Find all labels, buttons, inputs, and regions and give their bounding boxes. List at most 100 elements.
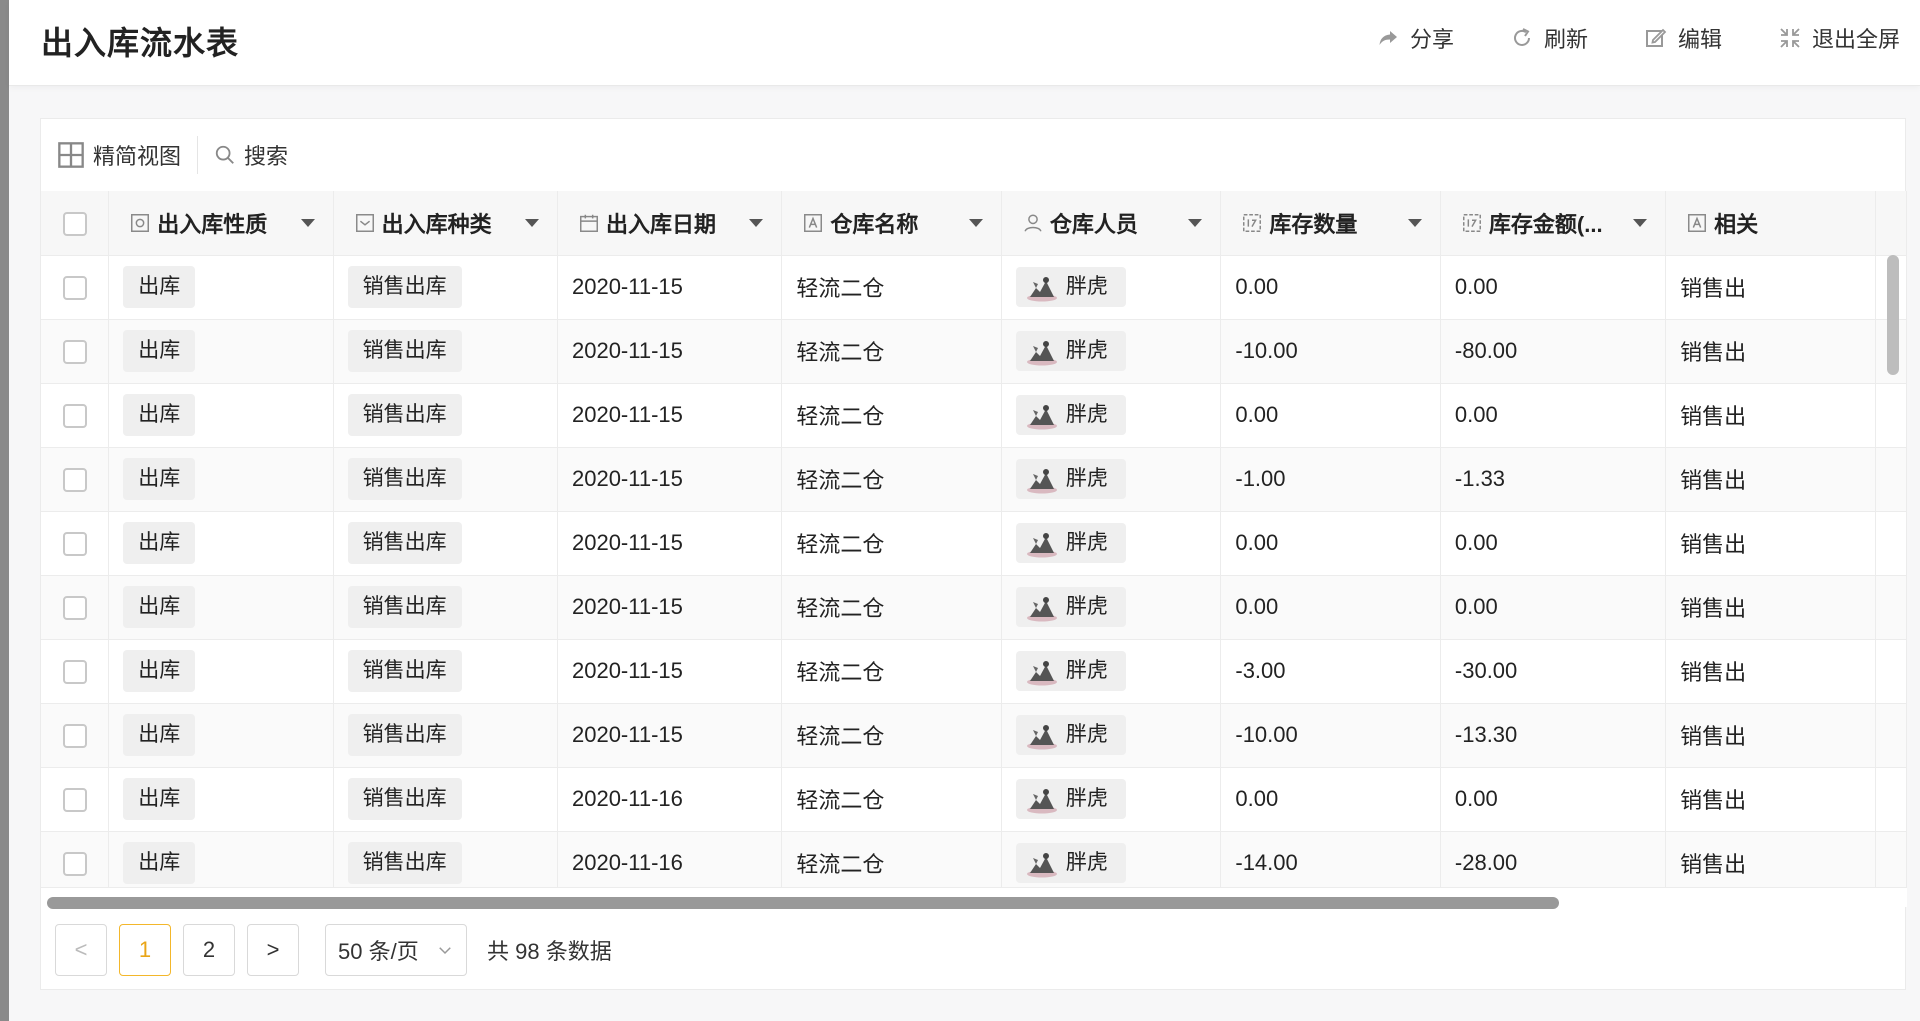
cell-person: 胖虎 — [1001, 575, 1222, 640]
nature-tag: 出库 — [123, 522, 196, 564]
person-chip[interactable]: 胖虎 — [1015, 522, 1126, 563]
table-row[interactable]: 出库 销售出库 2020-11-15 轻流二仓 胖虎 -1.00 -1.33 销售出 — [41, 447, 1907, 512]
person-chip[interactable]: 胖虎 — [1015, 458, 1126, 499]
cell-kind: 销售出库 — [333, 639, 558, 704]
text-field-icon — [1688, 213, 1707, 232]
window-left-edge — [0, 0, 9, 1021]
column-header-related[interactable]: 相关 — [1665, 191, 1876, 256]
table-row[interactable]: 出库 销售出库 2020-11-16 轻流二仓 胖虎 0.00 0.00 销售出 — [41, 767, 1907, 832]
cell-warehouse: 轻流二仓 — [781, 575, 1002, 640]
column-header-extra — [1875, 191, 1907, 256]
column-label: 出入库性质 — [157, 211, 268, 237]
cell-person: 胖虎 — [1001, 767, 1222, 832]
table-row[interactable]: 出库 销售出库 2020-11-15 轻流二仓 胖虎 -3.00 -30.00 销售出 — [41, 639, 1907, 704]
cell-extra — [1875, 639, 1907, 704]
table-row[interactable]: 出库 销售出库 2020-11-16 轻流二仓 胖虎 -14.00 -28.00 销售出 — [41, 831, 1907, 896]
prev-page-button[interactable]: < — [55, 924, 107, 976]
avatar — [1024, 464, 1060, 494]
cell-qty: 0.00 — [1220, 383, 1441, 448]
row-checkbox[interactable] — [62, 468, 87, 493]
data-table-viewport[interactable]: 出入库性质 出入库种类 出入库日期 仓库名称 仓库人员 库存数量 库存金额(..… — [41, 191, 1907, 911]
person-chip[interactable]: 胖虎 — [1015, 778, 1126, 819]
row-checkbox[interactable] — [62, 276, 87, 301]
share-button[interactable]: 分享 — [1376, 22, 1454, 54]
row-checkbox[interactable] — [62, 596, 87, 621]
next-page-button[interactable]: > — [247, 924, 299, 976]
column-header-qty[interactable]: 库存数量 — [1220, 191, 1441, 256]
calendar-icon — [580, 214, 598, 232]
column-label: 库存金额(... — [1488, 211, 1603, 237]
column-dropdown-icon[interactable] — [1188, 219, 1203, 227]
page-button-2[interactable]: 2 — [183, 924, 235, 976]
cell-amount: 0.00 — [1440, 511, 1667, 576]
cell-qty: 0.00 — [1220, 511, 1441, 576]
column-dropdown-icon[interactable] — [968, 219, 983, 227]
kind-tag: 销售出库 — [347, 458, 462, 500]
cell-amount: 0.00 — [1440, 255, 1667, 320]
column-header-nature[interactable]: 出入库性质 — [108, 191, 334, 256]
total-count: 共 98 条数据 — [487, 939, 612, 964]
nature-tag: 出库 — [123, 458, 196, 500]
refresh-button[interactable]: 刷新 — [1510, 22, 1588, 54]
table-row[interactable]: 出库 销售出库 2020-11-15 轻流二仓 胖虎 0.00 0.00 销售出 — [41, 575, 1907, 640]
table-row[interactable]: 出库 销售出库 2020-11-15 轻流二仓 胖虎 0.00 0.00 销售出 — [41, 511, 1907, 576]
column-header-person[interactable]: 仓库人员 — [1001, 191, 1222, 256]
kind-tag: 销售出库 — [347, 650, 462, 692]
search-button[interactable]: 搜索 — [214, 135, 288, 175]
column-header-date[interactable]: 出入库日期 — [557, 191, 783, 256]
page-button-1[interactable]: 1 — [119, 924, 171, 976]
column-label: 相关 — [1714, 211, 1759, 237]
edit-button[interactable]: 编辑 — [1644, 22, 1722, 54]
table-row[interactable]: 出库 销售出库 2020-11-15 轻流二仓 胖虎 0.00 0.00 销售出 — [41, 255, 1907, 320]
share-label: 分享 — [1409, 27, 1454, 52]
person-chip[interactable]: 胖虎 — [1015, 330, 1126, 371]
kind-tag: 销售出库 — [347, 586, 462, 628]
column-dropdown-icon[interactable] — [1407, 219, 1422, 227]
avatar — [1024, 272, 1060, 302]
cell-related: 销售出 — [1665, 447, 1876, 512]
person-chip[interactable]: 胖虎 — [1015, 650, 1126, 691]
person-chip[interactable]: 胖虎 — [1015, 394, 1126, 435]
exit-fullscreen-button[interactable]: 退出全屏 — [1778, 22, 1900, 54]
row-select-cell — [41, 639, 110, 704]
row-checkbox[interactable] — [62, 340, 87, 365]
select-all-cell — [41, 191, 110, 256]
row-checkbox[interactable] — [62, 660, 87, 685]
column-dropdown-icon[interactable] — [1633, 219, 1648, 227]
row-checkbox[interactable] — [62, 724, 87, 749]
select-all-checkbox[interactable] — [62, 211, 87, 236]
grid-view-icon — [58, 142, 84, 168]
person-chip[interactable]: 胖虎 — [1015, 714, 1126, 755]
table-row[interactable]: 出库 销售出库 2020-11-15 轻流二仓 胖虎 -10.00 -13.30 销售出 — [41, 703, 1907, 768]
person-chip[interactable]: 胖虎 — [1015, 266, 1126, 307]
nature-tag: 出库 — [123, 330, 196, 372]
cell-amount: -28.00 — [1440, 831, 1667, 896]
row-checkbox[interactable] — [62, 852, 87, 877]
page-header: 出入库流水表 分享 刷新 编辑 退出全屏 — [9, 0, 1920, 86]
horizontal-scrollbar-thumb[interactable] — [47, 897, 1559, 909]
person-chip[interactable]: 胖虎 — [1015, 842, 1126, 883]
cell-amount: 0.00 — [1440, 767, 1667, 832]
vertical-scrollbar[interactable] — [1887, 255, 1899, 375]
row-select-cell — [41, 511, 110, 576]
page-size-select[interactable]: 50 条/页 — [325, 924, 467, 976]
cell-nature: 出库 — [108, 511, 334, 576]
column-dropdown-icon[interactable] — [524, 219, 539, 227]
compact-view-button[interactable]: 精简视图 — [57, 135, 181, 175]
cell-kind: 销售出库 — [333, 255, 558, 320]
kind-tag: 销售出库 — [347, 394, 462, 436]
row-checkbox[interactable] — [62, 404, 87, 429]
cell-kind: 销售出库 — [333, 319, 558, 384]
nature-tag: 出库 — [123, 266, 196, 308]
column-dropdown-icon[interactable] — [300, 219, 315, 227]
column-header-amount[interactable]: 库存金额(... — [1440, 191, 1667, 256]
column-header-warehouse[interactable]: 仓库名称 — [781, 191, 1002, 256]
table-row[interactable]: 出库 销售出库 2020-11-15 轻流二仓 胖虎 0.00 0.00 销售出 — [41, 383, 1907, 448]
column-header-kind[interactable]: 出入库种类 — [333, 191, 558, 256]
cell-date: 2020-11-15 — [557, 319, 783, 384]
row-checkbox[interactable] — [62, 532, 87, 557]
person-chip[interactable]: 胖虎 — [1015, 586, 1126, 627]
row-checkbox[interactable] — [62, 788, 87, 813]
column-dropdown-icon[interactable] — [749, 219, 764, 227]
table-row[interactable]: 出库 销售出库 2020-11-15 轻流二仓 胖虎 -10.00 -80.00 销售出 — [41, 319, 1907, 384]
